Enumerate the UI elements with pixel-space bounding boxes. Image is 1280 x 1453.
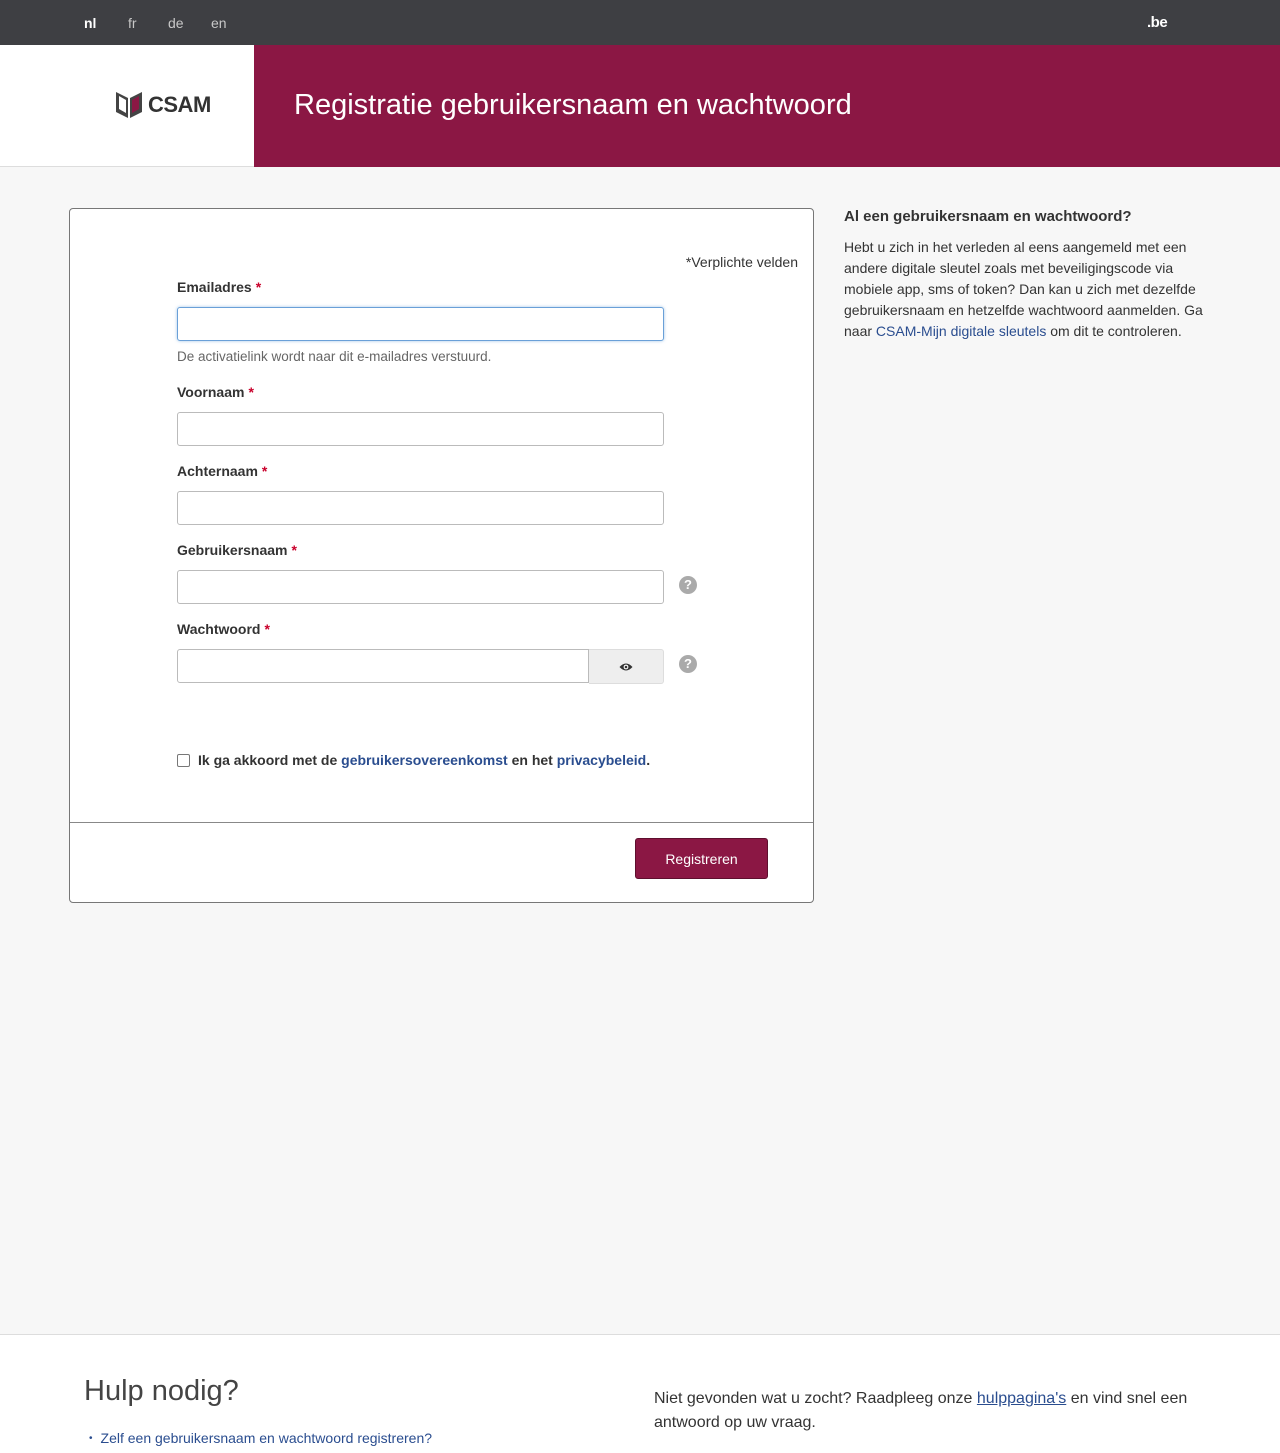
top-bar: nl fr de en .be bbox=[0, 0, 1280, 45]
register-button[interactable]: Registreren bbox=[635, 838, 768, 879]
footer-help-text: Niet gevonden wat u zocht? Raadpleeg onz… bbox=[654, 1390, 1188, 1431]
logo-text: CSAM bbox=[148, 92, 211, 117]
lang-de-link[interactable]: de bbox=[168, 15, 184, 31]
footer-help-link[interactable]: Zelf een gebruikersnaam en wachtwoord re… bbox=[101, 1430, 433, 1446]
agreement-prefix: Ik ga akkoord met de bbox=[198, 752, 338, 768]
page-title: Registratie gebruikersnaam en wachtwoord bbox=[294, 89, 852, 121]
username-label: Gebruikersnaam * bbox=[177, 542, 297, 558]
lang-en-link[interactable]: en bbox=[211, 15, 227, 31]
eye-icon bbox=[619, 663, 633, 670]
title-banner: Registratie gebruikersnaam en wachtwoord bbox=[254, 45, 1280, 167]
logo-area: CSAM bbox=[0, 45, 254, 167]
privacy-policy-link[interactable]: privacybeleid bbox=[557, 752, 647, 768]
footer: Hulp nodig? • Zelf een gebruikersnaam en… bbox=[0, 1334, 1280, 1453]
help-pages-link[interactable]: hulppagina's bbox=[977, 1390, 1066, 1407]
username-help-icon[interactable]: ? bbox=[679, 576, 697, 594]
email-input[interactable] bbox=[177, 307, 664, 341]
lang-nl-link[interactable]: nl bbox=[84, 15, 96, 31]
password-input[interactable] bbox=[177, 649, 589, 683]
lang-fr-link[interactable]: fr bbox=[128, 15, 137, 31]
agreement-checkbox[interactable] bbox=[177, 753, 190, 767]
username-input[interactable] bbox=[177, 570, 664, 604]
sidebar-title: Al een gebruikersnaam en wachtwoord? bbox=[844, 208, 1132, 225]
info-sidebar: Al een gebruikersnaam en wachtwoord? Heb… bbox=[844, 208, 1204, 342]
header: CSAM Registratie gebruikersnaam en wacht… bbox=[0, 45, 1280, 167]
password-label: Wachtwoord * bbox=[177, 621, 270, 637]
agreement-row: Ik ga akkoord met de gebruikersovereenko… bbox=[177, 752, 650, 768]
password-help-icon[interactable]: ? bbox=[679, 655, 697, 673]
required-fields-note: *Verplichte velden bbox=[685, 254, 798, 270]
bullet-icon: • bbox=[89, 1432, 93, 1444]
firstname-input[interactable] bbox=[177, 412, 664, 446]
footer-title: Hulp nodig? bbox=[84, 1375, 239, 1407]
lastname-input[interactable] bbox=[177, 491, 664, 525]
csam-logo-icon bbox=[116, 92, 142, 118]
lastname-label: Achternaam * bbox=[177, 463, 268, 479]
show-password-button[interactable] bbox=[589, 649, 664, 684]
digital-keys-link[interactable]: CSAM-Mijn digitale sleutels bbox=[876, 323, 1046, 339]
sidebar-text: Hebt u zich in het verleden al eens aang… bbox=[844, 239, 1203, 339]
be-logo[interactable]: .be bbox=[1147, 14, 1168, 31]
email-help-text: De activatielink wordt naar dit e-mailad… bbox=[177, 349, 492, 364]
form-divider bbox=[70, 822, 813, 823]
registration-form: *Verplichte velden Emailadres * De activa… bbox=[69, 208, 814, 903]
user-agreement-link[interactable]: gebruikersovereenkomst bbox=[341, 752, 508, 768]
footer-help-item: • Zelf een gebruikersnaam en wachtwoord … bbox=[89, 1430, 432, 1446]
email-label: Emailadres * bbox=[177, 279, 262, 295]
firstname-label: Voornaam * bbox=[177, 384, 254, 400]
csam-logo[interactable]: CSAM bbox=[114, 90, 211, 120]
agreement-middle: en het bbox=[511, 752, 553, 768]
agreement-suffix: . bbox=[646, 752, 651, 768]
